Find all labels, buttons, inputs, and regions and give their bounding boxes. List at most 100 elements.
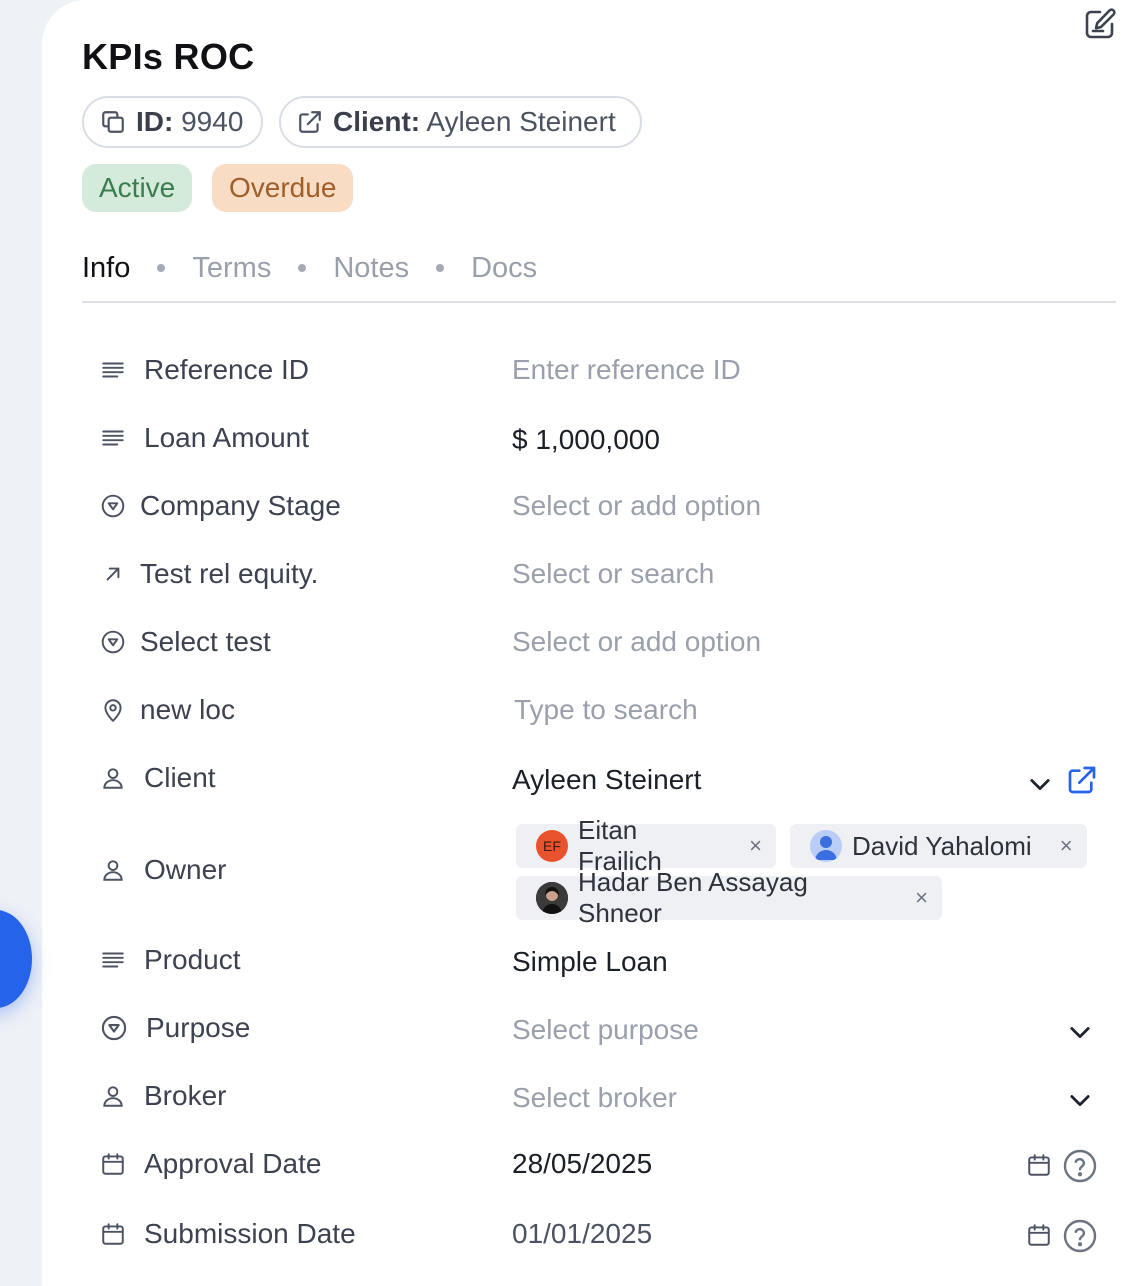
broker-label: Broker	[144, 1080, 227, 1111]
field-label: Purpose	[100, 1012, 250, 1044]
new-loc-label: new loc	[140, 694, 235, 725]
remove-owner-button[interactable]: ×	[915, 885, 928, 911]
product-input[interactable]: Simple Loan	[512, 946, 668, 978]
text-lines-icon	[102, 430, 124, 446]
field-test-rel-equity: Test rel equity. Select or search	[100, 558, 1110, 598]
field-owner: Owner EF Eitan Frailich × David Yahalomi…	[100, 815, 1110, 928]
id-value: 9940	[181, 106, 244, 137]
field-purpose: Purpose Select purpose	[100, 1012, 1110, 1056]
chevron-down-icon[interactable]	[1066, 1018, 1094, 1046]
owner-tag: EF Eitan Frailich ×	[516, 815, 776, 876]
avatar: EF	[536, 830, 568, 862]
field-label: new loc	[100, 694, 235, 726]
client-value: Ayleen Steinert	[426, 106, 616, 137]
select-test-label: Select test	[140, 626, 271, 657]
field-product: Product Simple Loan	[100, 944, 1110, 984]
remove-owner-button[interactable]: ×	[1060, 833, 1073, 859]
help-circle-icon[interactable]	[1062, 1218, 1098, 1254]
field-label: Reference ID	[100, 354, 309, 386]
calendar-icon	[102, 1223, 124, 1245]
field-broker: Broker Select broker	[100, 1080, 1110, 1124]
test-rel-equity-select[interactable]: Select or search	[512, 558, 714, 590]
avatar	[810, 830, 842, 862]
owner-tag: Hadar Ben Assayag Shneor ×	[516, 867, 942, 928]
text-lines-icon	[102, 952, 124, 968]
owner-label: Owner	[144, 854, 227, 885]
tab-terms[interactable]: Terms	[192, 252, 271, 285]
reference-id-label: Reference ID	[144, 354, 309, 385]
field-label: Product	[100, 944, 241, 976]
help-circle-icon[interactable]	[1062, 1148, 1098, 1184]
field-label: Submission Date	[100, 1218, 356, 1250]
client-chip[interactable]: Client: Ayleen Steinert	[279, 96, 642, 148]
field-client: Client Ayleen Steinert	[100, 762, 1110, 806]
tab-separator	[436, 264, 445, 272]
dropdown-circle-icon	[101, 1015, 127, 1041]
calendar-icon	[102, 1153, 124, 1175]
purpose-label: Purpose	[146, 1012, 251, 1043]
approval-date-label: Approval Date	[144, 1148, 322, 1179]
field-submission-date: Submission Date 01/01/2025	[100, 1218, 1110, 1262]
calendar-icon[interactable]	[1026, 1152, 1052, 1178]
id-label: ID:	[136, 106, 174, 137]
field-select-test: Select test Select or add option	[100, 626, 1110, 666]
field-company-stage: Company Stage Select or add option	[100, 490, 1110, 530]
status-badge-active: Active	[82, 164, 193, 212]
field-loan-amount: Loan Amount $ 1,000,000	[100, 422, 1110, 462]
text-lines-icon	[102, 362, 124, 378]
submission-date-label: Submission Date	[144, 1218, 356, 1249]
submission-date-input[interactable]: 01/01/2025	[512, 1218, 652, 1250]
avatar	[536, 882, 568, 914]
tab-notes[interactable]: Notes	[333, 252, 409, 285]
owner-tag-name: David Yahalomi	[852, 830, 1032, 861]
approval-date-input[interactable]: 28/05/2025	[512, 1148, 652, 1180]
person-icon	[103, 860, 123, 881]
purpose-select[interactable]: Select purpose	[512, 1014, 699, 1046]
field-label: Broker	[100, 1080, 226, 1112]
edit-note-icon[interactable]	[1082, 6, 1118, 42]
status-badge-overdue: Overdue	[212, 164, 354, 212]
field-new-loc: new loc Type to search	[100, 694, 1110, 734]
tab-divider	[82, 301, 1116, 303]
dropdown-circle-icon	[101, 494, 125, 518]
loan-amount-input[interactable]: $ 1,000,000	[512, 424, 660, 456]
broker-select[interactable]: Select broker	[512, 1082, 677, 1114]
field-approval-date: Approval Date 28/05/2025	[100, 1148, 1110, 1192]
field-label: Test rel equity.	[100, 558, 318, 590]
tab-docs[interactable]: Docs	[471, 252, 537, 285]
remove-owner-button[interactable]: ×	[749, 833, 762, 859]
chevron-down-icon[interactable]	[1026, 770, 1054, 798]
map-pin-icon	[104, 699, 122, 722]
tab-separator	[298, 264, 307, 272]
field-label: Company Stage	[100, 490, 341, 522]
chevron-down-icon[interactable]	[1066, 1086, 1094, 1114]
calendar-icon[interactable]	[1026, 1222, 1052, 1248]
loan-amount-label: Loan Amount	[144, 422, 310, 453]
field-label: Select test	[100, 626, 271, 658]
owner-tag: David Yahalomi ×	[790, 824, 1087, 868]
reference-id-input[interactable]: Enter reference ID	[512, 354, 741, 386]
tab-separator	[157, 264, 166, 272]
product-label: Product	[144, 944, 241, 975]
select-test-select[interactable]: Select or add option	[512, 626, 761, 658]
floating-action-button[interactable]	[0, 910, 32, 1008]
field-label: Owner	[100, 854, 226, 886]
company-stage-label: Company Stage	[140, 490, 341, 521]
external-link-icon[interactable]	[1066, 764, 1098, 796]
person-icon	[103, 1086, 123, 1107]
field-label: Client	[100, 762, 216, 794]
person-icon	[103, 768, 123, 789]
field-label: Loan Amount	[100, 422, 309, 454]
company-stage-select[interactable]: Select or add option	[512, 490, 761, 522]
test-rel-equity-label: Test rel equity.	[140, 558, 319, 589]
tab-info[interactable]: Info	[82, 252, 130, 285]
new-loc-input[interactable]: Type to search	[514, 694, 698, 726]
dropdown-circle-icon	[101, 630, 125, 654]
client-field-label: Client	[144, 762, 216, 793]
client-label: Client:	[333, 106, 421, 137]
id-chip[interactable]: ID: 9940	[82, 96, 263, 148]
field-label: Approval Date	[100, 1148, 321, 1180]
page-title: KPIs ROC	[82, 36, 255, 77]
client-select[interactable]: Ayleen Steinert	[512, 764, 701, 796]
field-reference-id: Reference ID Enter reference ID	[100, 354, 1110, 394]
